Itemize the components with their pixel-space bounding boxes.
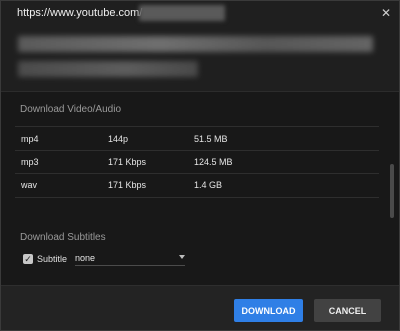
chevron-down-icon [179, 255, 185, 259]
format-quality: 171 Kbps [108, 157, 147, 167]
url-redacted [139, 5, 225, 21]
format-size: 1.4 GB [194, 180, 223, 190]
download-dialog: https://www.youtube.com/ ✕ Download Vide… [0, 0, 400, 331]
format-row-mp3[interactable]: mp3 171 Kbps 124.5 MB [15, 151, 379, 173]
format-type: wav [21, 180, 38, 190]
download-button[interactable]: DOWNLOAD [234, 299, 303, 322]
subtitle-selected-value: none [75, 253, 96, 263]
format-type: mp4 [21, 134, 39, 144]
format-quality: 171 Kbps [108, 180, 147, 190]
format-row-wav[interactable]: wav 171 Kbps 1.4 GB [15, 174, 379, 196]
subtitle-language-select[interactable]: none [75, 251, 185, 266]
format-size: 124.5 MB [194, 157, 233, 167]
format-size: 51.5 MB [194, 134, 228, 144]
cancel-button[interactable]: CANCEL [314, 299, 381, 322]
list-scrollbar[interactable] [390, 164, 394, 218]
subtitle-label: Subtitle [37, 254, 68, 264]
subtitle-checkbox[interactable]: ✓ [23, 254, 33, 264]
format-row-mp4[interactable]: mp4 144p 51.5 MB [15, 128, 379, 150]
close-icon[interactable]: ✕ [379, 6, 393, 20]
row-divider [15, 126, 379, 127]
video-url: https://www.youtube.com/ [17, 7, 143, 19]
video-meta-redacted [18, 61, 198, 77]
download-section-title: Download Video/Audio [20, 104, 122, 115]
format-quality: 144p [108, 134, 129, 144]
row-divider [15, 197, 379, 198]
subtitles-section-title: Download Subtitles [20, 232, 106, 243]
dialog-header: https://www.youtube.com/ ✕ [1, 1, 399, 91]
video-title-redacted [18, 36, 373, 52]
format-type: mp3 [21, 157, 39, 167]
